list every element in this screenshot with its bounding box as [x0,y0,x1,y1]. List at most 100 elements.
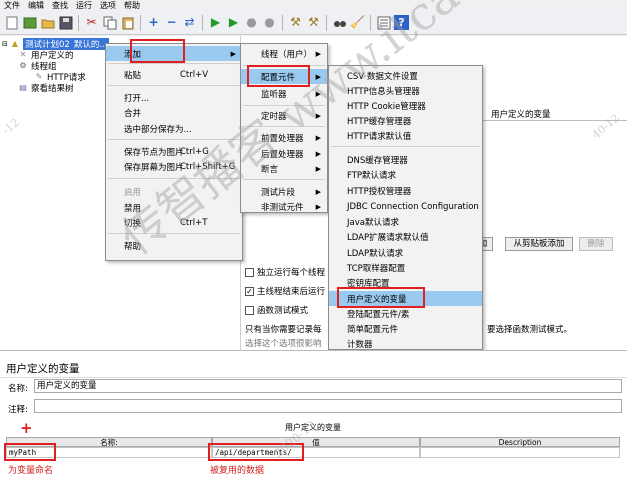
start-icon[interactable]: ▶ [208,15,223,30]
table-title: 用户定义的变量 [285,423,341,432]
teardown-after-main-checkbox[interactable]: ✓ 主线程结束后运行 [245,285,325,297]
submenu-item-non-test-elements[interactable]: 非测试元件 ▶ [241,199,327,214]
menu-item-enable[interactable]: 启用 [106,184,242,199]
sampler-icon: ✎ [35,72,43,81]
menu-item-open[interactable]: 打开... [106,90,242,105]
tree-item-thread-group[interactable]: ⚙ 线程组 [18,60,56,72]
config-item-login-config[interactable]: 登陆配置元件/素 [329,306,482,321]
config-item-ldap-ext-defaults[interactable]: LDAP扩展请求默认值 [329,229,482,244]
config-item-jdbc[interactable]: JDBC Connection Configuration [329,199,482,214]
config-item-ldap-defaults[interactable]: LDAP默认请求 [329,245,482,260]
annotation-name: 为变量命名 [8,466,54,476]
vars-table-header: 用户定义的变量 [491,110,551,120]
menu-item-disable[interactable]: 禁用 [106,200,242,215]
toolbar: ✂ + − ⇄ ▶ ▶ ● ● ⚒ ⚒ 🧹 ? [0,11,627,35]
config-element-highlight-box [247,65,310,87]
menu-item-save-node-image[interactable]: 保存节点为图片 Ctrl+G [106,144,242,159]
menu-edit[interactable]: 编辑 [24,0,48,11]
submenu-arrow-icon: ▶ [230,49,236,58]
editor-title: 用户定义的变量 [6,363,80,375]
listener-icon: ▤ [19,83,27,92]
open-icon[interactable] [40,15,55,30]
config-item-counter[interactable]: 计数器 [329,336,482,350]
clear-icon[interactable]: ⚒ [288,15,303,30]
name-highlight-box [4,443,56,461]
menu-item-save-selection[interactable]: 选中部分保存为... [106,121,242,136]
submenu-item-assertion[interactable]: 断言 ▶ [241,161,327,176]
menu-options[interactable]: 选项 [96,0,120,11]
config-item-http-defaults[interactable]: HTTP请求默认值 [329,128,482,143]
config-item-ftp-defaults[interactable]: FTP默认请求 [329,167,482,182]
menu-run[interactable]: 运行 [72,0,96,11]
name-field[interactable]: 用户定义的变量 [34,379,622,393]
reset-search-icon[interactable]: 🧹 [350,15,365,30]
menu-item-save-screen-image[interactable]: 保存屏幕为图片 Ctrl+Shift+G [106,159,242,174]
clipboard-add-button[interactable]: 从剪贴板添加 [505,237,573,251]
search-icon[interactable] [332,15,347,30]
function-helper-icon[interactable] [376,15,391,30]
submenu-item-threads[interactable]: 线程（用户） ▶ [241,46,327,61]
test-plan-icon: ▲ [11,39,19,48]
clear-all-icon[interactable]: ⚒ [306,15,321,30]
jmeter-window: 文件 编辑 查找 运行 选项 帮助 ✂ + − ⇄ ▶ ▶ ● ● ⚒ ⚒ 🧹 … [0,0,627,350]
menu-help[interactable]: 帮助 [120,0,144,11]
submenu-item-listener[interactable]: 监听器 ▶ [241,86,327,101]
menu-item-toggle[interactable]: 切换 Ctrl+T [106,215,242,230]
tree-item-result-tree[interactable]: ▤ 察看结果树 [18,82,73,94]
functional-test-mode-checkbox[interactable]: 函数测试模式 [245,304,308,316]
submenu-item-post-processor[interactable]: 后置处理器 ▶ [241,146,327,161]
annotation-value: 被复用的数据 [210,466,265,476]
config-element-icon: ✕ [19,50,27,59]
tree-root[interactable]: ⊟ ▲ 测试计划02 默认的... [2,37,110,50]
config-item-header-manager[interactable]: HTTP信息头管理器 [329,83,482,98]
collapse-icon[interactable]: − [164,15,179,30]
config-item-dns-cache[interactable]: DNS缓存管理器 [329,152,482,167]
independent-threads-checkbox[interactable]: 独立运行每个线程 [245,266,325,278]
comment-field[interactable] [34,399,622,413]
hint-text-line1: 只有当你需要记录每 [245,325,322,335]
menu-item-help[interactable]: 帮助 [106,238,242,253]
hint-text-line1-tail: 要选择函数测试模式。 [487,325,573,335]
submenu-item-test-fragment[interactable]: 测试片段 ▶ [241,184,327,199]
menubar: 文件 编辑 查找 运行 选项 帮助 [0,0,627,11]
menu-file[interactable]: 文件 [0,0,24,11]
toggle-icon[interactable]: ⇄ [182,15,197,30]
config-item-auth-manager[interactable]: HTTP授权管理器 [329,183,482,198]
config-item-cache-manager[interactable]: HTTP缓存管理器 [329,113,482,128]
submenu-item-pre-processor[interactable]: 前置处理器 ▶ [241,130,327,145]
start-no-pause-icon[interactable]: ▶ [226,15,241,30]
config-item-java-defaults[interactable]: Java默认请求 [329,214,482,229]
name-label: 名称: [8,384,28,394]
new-file-icon[interactable] [4,15,19,30]
col-header-description: Description [420,437,620,447]
cut-icon[interactable]: ✂ [84,15,99,30]
value-highlight-box [208,443,304,461]
config-item-cookie-manager[interactable]: HTTP Cookie管理器 [329,98,482,113]
config-item-csv[interactable]: CSV 数据文件设置 [329,68,482,83]
hint-text-line2: 选择这个选项很影响 [245,339,322,349]
menu-item-merge[interactable]: 合并 [106,105,242,120]
row-description-cell[interactable] [420,447,620,458]
tree-item-http-request[interactable]: ✎ HTTP请求 [34,71,86,83]
config-item-simple-config[interactable]: 简单配置元件 [329,321,482,336]
shutdown-icon[interactable]: ● [262,15,277,30]
menu-item-paste[interactable]: 粘贴 Ctrl+V [106,67,242,82]
submenu-item-timer[interactable]: 定时器 ▶ [241,108,327,123]
help-icon[interactable]: ? [394,15,409,30]
user-vars-highlight-box [337,287,425,308]
add-highlight-box [130,39,185,63]
add-row-icon[interactable]: + [20,419,33,437]
copy-icon[interactable] [102,15,117,30]
save-icon[interactable] [58,15,73,30]
tree-item-user-vars[interactable]: ✕ 用户定义的 [18,49,74,61]
templates-icon[interactable] [22,15,37,30]
expand-icon[interactable]: + [146,15,161,30]
thread-group-icon: ⚙ [19,61,27,70]
config-item-tcp-sampler-config[interactable]: TCP取样器配置 [329,260,482,275]
comment-label: 注释: [8,405,28,415]
menu-search[interactable]: 查找 [48,0,72,11]
collapse-toggle-icon[interactable]: ⊟ [2,40,10,48]
stop-icon[interactable]: ● [244,15,259,30]
paste-icon[interactable] [120,15,135,30]
delete-button[interactable]: 删除 [579,237,613,251]
